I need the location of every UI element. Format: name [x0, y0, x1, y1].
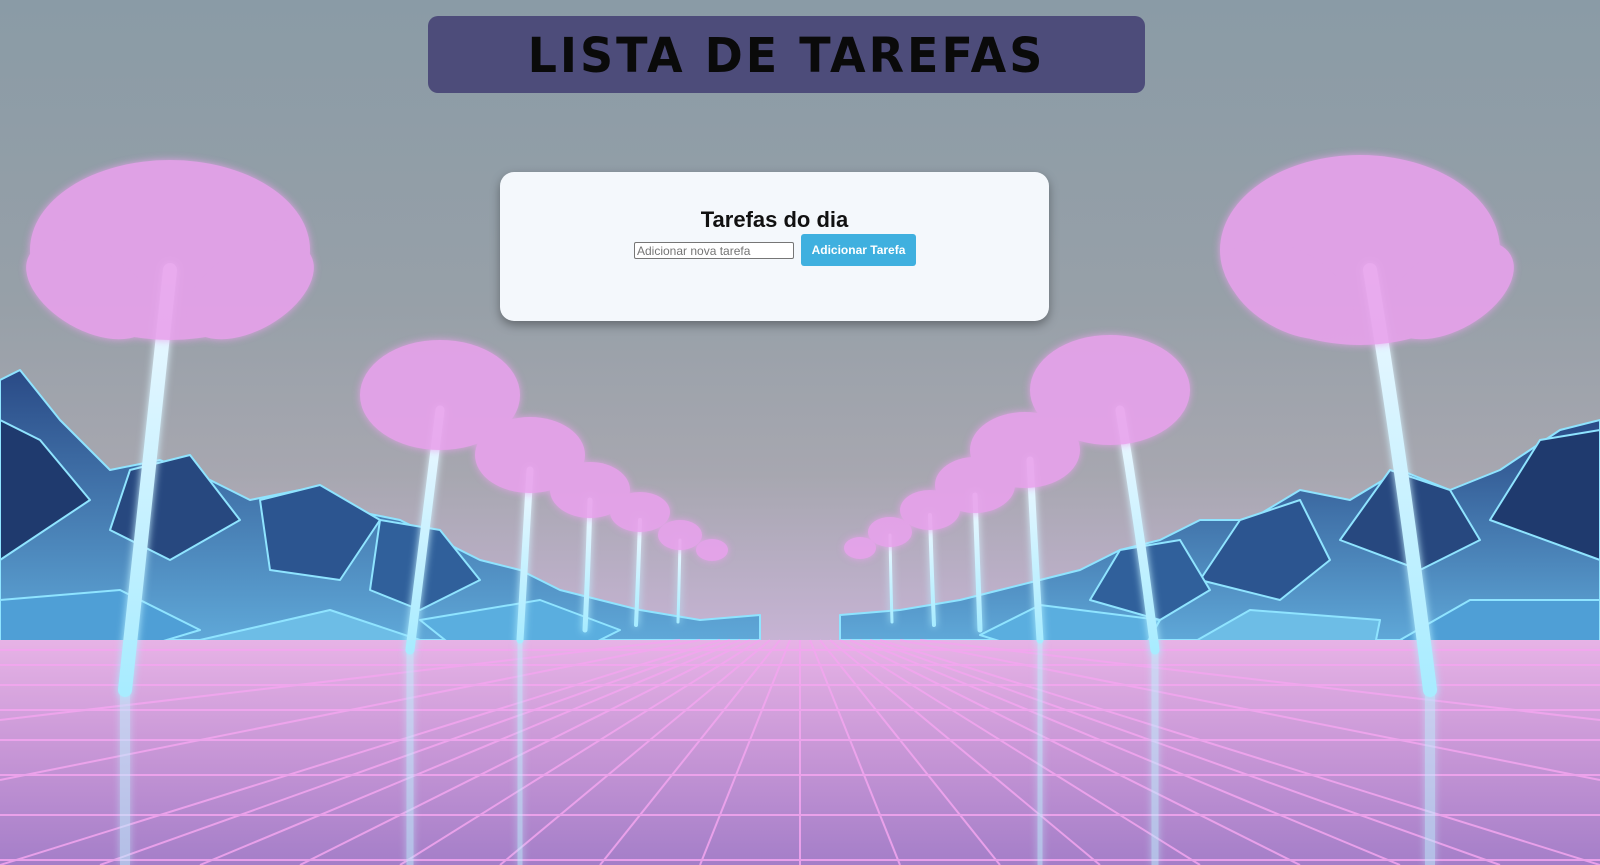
todo-card: Tarefas do dia Adicionar Tarefa	[500, 172, 1049, 321]
header-banner: LISTA DE TAREFAS	[428, 16, 1145, 93]
synthwave-background	[0, 155, 1600, 865]
new-task-input[interactable]	[634, 242, 794, 259]
card-title: Tarefas do dia	[700, 207, 849, 232]
add-task-button[interactable]: Adicionar Tarefa	[801, 234, 916, 266]
page-title: LISTA DE TAREFAS	[527, 26, 1046, 83]
